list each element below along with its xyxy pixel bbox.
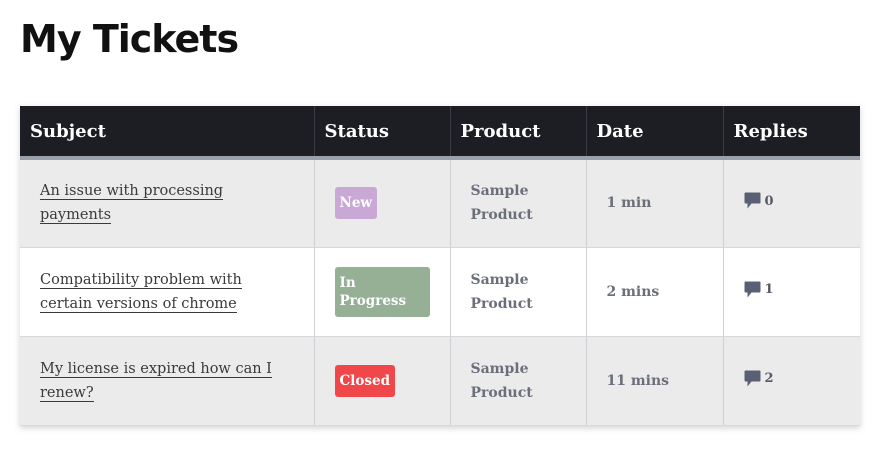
ticket-subject-link[interactable]: My license is expired how can I renew?	[40, 360, 272, 402]
product-name-line: Product	[470, 295, 533, 312]
tickets-table: Subject Status Product Date Replies An i…	[20, 106, 860, 426]
page-title: My Tickets	[20, 17, 239, 61]
date-cell: 1 min	[586, 158, 724, 248]
status-cell: In Progress	[314, 247, 451, 337]
subject-cell: An issue with processing payments	[20, 158, 315, 248]
table-row[interactable]: An issue with processing payments New Sa…	[20, 158, 860, 248]
subject-cell: Compatibility problem with certain versi…	[20, 247, 315, 337]
status-badge: Closed	[334, 364, 396, 397]
replies-cell: 1	[723, 247, 860, 337]
column-header-date: Date	[586, 106, 724, 160]
product-name-line: Product	[470, 384, 533, 401]
status-badge: In Progress	[334, 266, 430, 317]
product-name-line: Product	[470, 207, 533, 224]
replies-count: 1	[744, 281, 774, 299]
replies-count: 2	[744, 370, 774, 388]
comment-icon	[744, 281, 761, 299]
product-cell: Sample Product	[450, 336, 587, 426]
product-cell: Sample Product	[450, 247, 587, 337]
product-name: Sample Product	[471, 179, 566, 227]
table-header: Subject Status Product Date Replies	[20, 106, 860, 160]
replies-count: 0	[744, 192, 774, 210]
replies-number: 1	[764, 282, 774, 297]
ticket-date: 11 mins	[606, 372, 670, 389]
subject-cell: My license is expired how can I renew?	[20, 336, 315, 426]
product-cell: Sample Product	[450, 158, 587, 248]
table-row[interactable]: My license is expired how can I renew? C…	[20, 336, 860, 426]
status-cell: Closed	[314, 336, 451, 426]
column-header-product: Product	[450, 106, 587, 160]
product-name-line: Sample	[470, 271, 529, 288]
comment-icon	[744, 370, 761, 388]
ticket-date: 2 mins	[606, 283, 660, 300]
product-name: Sample Product	[471, 357, 566, 405]
replies-cell: 0	[723, 158, 860, 248]
product-name-line: Sample	[470, 183, 529, 200]
column-header-status: Status	[314, 106, 451, 160]
ticket-date: 1 min	[606, 195, 652, 212]
replies-cell: 2	[723, 336, 860, 426]
ticket-subject-link[interactable]: Compatibility problem with certain versi…	[40, 271, 242, 313]
replies-number: 0	[764, 193, 774, 209]
status-cell: New	[314, 158, 451, 248]
comment-icon	[744, 192, 761, 210]
table-row[interactable]: Compatibility problem with certain versi…	[20, 247, 860, 337]
column-header-replies: Replies	[723, 106, 860, 160]
replies-number: 2	[764, 371, 774, 386]
product-name-line: Sample	[470, 360, 529, 377]
product-name: Sample Product	[471, 268, 566, 316]
table-body: An issue with processing payments New Sa…	[20, 158, 860, 426]
ticket-subject-link[interactable]: An issue with processing payments	[40, 183, 224, 225]
date-cell: 11 mins	[586, 336, 724, 426]
tickets-table-container: Subject Status Product Date Replies An i…	[20, 106, 860, 426]
status-badge: New	[334, 187, 378, 220]
header-row: Subject Status Product Date Replies	[20, 106, 860, 160]
date-cell: 2 mins	[586, 247, 724, 337]
column-header-subject: Subject	[20, 106, 315, 160]
